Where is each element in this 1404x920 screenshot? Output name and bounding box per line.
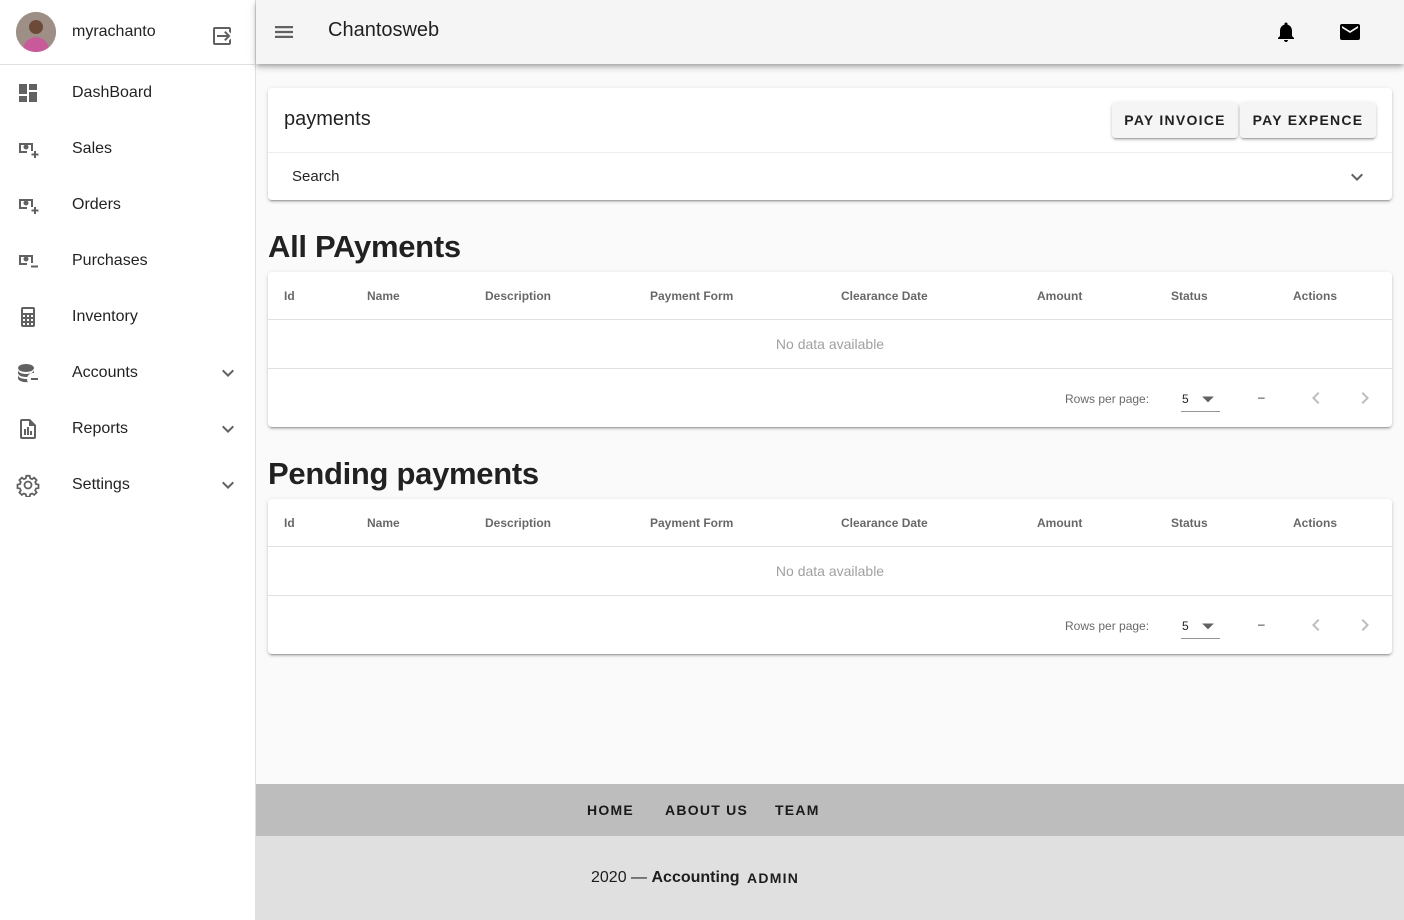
file-chart-icon [16, 417, 40, 441]
column-header[interactable]: Clearance Date [841, 516, 928, 530]
column-header[interactable]: Status [1171, 516, 1208, 530]
sidebar-item-sales[interactable]: Sales [0, 121, 255, 177]
avatar[interactable] [16, 12, 56, 52]
chevron-right-icon[interactable] [1353, 386, 1377, 410]
sidebar-item-dashboard[interactable]: DashBoard [0, 65, 255, 121]
mail-icon[interactable] [1338, 20, 1362, 44]
chevron-right-icon[interactable] [1353, 613, 1377, 637]
pay-invoice-button[interactable]: PAY INVOICE [1112, 102, 1238, 138]
column-header[interactable]: Status [1171, 289, 1208, 303]
gear-icon [16, 473, 40, 498]
chevron-left-icon[interactable] [1304, 613, 1328, 637]
sidebar-item-label: Accounts [72, 364, 138, 381]
chevron-down-icon[interactable] [1345, 165, 1369, 189]
calculator-icon [16, 305, 40, 329]
footer-copyright: 2020 — Accounting [591, 869, 740, 887]
sidebar-item-label: DashBoard [72, 84, 153, 101]
sidebar-item-label: Settings [72, 476, 130, 493]
column-header[interactable]: Name [367, 516, 400, 530]
footer-link-about-us[interactable]: ABOUT US [665, 802, 748, 818]
rows-per-page-label: Rows per page: [1065, 619, 1150, 633]
sidebar: myrachanto DashBoard Sales Orders Purcha… [0, 0, 256, 920]
chevron-left-icon[interactable] [1304, 386, 1328, 410]
dashboard-icon [16, 81, 40, 105]
section-title-pending-payments: Pending payments [268, 456, 539, 491]
sidebar-item-label: Sales [72, 140, 113, 157]
pay-expence-button[interactable]: PAY EXPENCE [1240, 102, 1376, 138]
caret-down-icon [1198, 389, 1218, 409]
column-header[interactable]: Amount [1037, 516, 1082, 530]
sidebar-item-purchases[interactable]: Purchases [0, 233, 255, 289]
footer-year: 2020 [591, 869, 627, 886]
search-label: Search [292, 168, 340, 185]
sidebar-item-label: Inventory [72, 308, 138, 325]
footer-brand: Accounting [651, 869, 740, 886]
column-header[interactable]: Clearance Date [841, 289, 928, 303]
cash-minus-icon [16, 249, 40, 273]
section-title-all-payments: All PAyments [268, 229, 461, 264]
search-expansion-panel[interactable]: Search [268, 152, 1392, 200]
column-header[interactable]: Name [367, 289, 400, 303]
divider [268, 368, 1392, 369]
cash-plus-icon [16, 193, 40, 217]
top-app-bar: Chantosweb [256, 0, 1404, 64]
pending-payments-table: Id Name Description Payment Form Clearan… [268, 499, 1392, 654]
sidebar-item-reports[interactable]: Reports [0, 401, 255, 457]
chevron-down-icon [216, 361, 240, 385]
column-header[interactable]: Description [485, 516, 551, 530]
sidebar-item-orders[interactable]: Orders [0, 177, 255, 233]
chevron-down-icon [216, 473, 240, 497]
rows-per-page-select[interactable]: 5 [1181, 613, 1220, 639]
database-minus-icon [16, 361, 40, 385]
pagination-range: – [1258, 617, 1265, 631]
empty-state-text: No data available [775, 563, 885, 579]
footer-link-team[interactable]: TEAM [775, 802, 820, 818]
divider [268, 595, 1392, 596]
divider [268, 319, 1392, 320]
sidebar-item-settings[interactable]: Settings [0, 457, 255, 513]
column-header[interactable]: Payment Form [650, 289, 733, 303]
rows-per-page-value: 5 [1182, 619, 1189, 633]
pagination-range: – [1258, 390, 1265, 404]
footer-link-home[interactable]: HOME [587, 802, 634, 818]
rows-per-page-select[interactable]: 5 [1181, 386, 1220, 412]
column-header[interactable]: Id [284, 516, 295, 530]
divider [268, 546, 1392, 547]
sidebar-item-label: Reports [72, 420, 129, 437]
all-payments-table: Id Name Description Payment Form Clearan… [268, 272, 1392, 427]
column-header[interactable]: Amount [1037, 289, 1082, 303]
chevron-down-icon [216, 417, 240, 441]
column-header[interactable]: Actions [1293, 516, 1337, 530]
payments-header-card: payments PAY INVOICE PAY EXPENCE Search [268, 88, 1392, 200]
app-title: Chantosweb [328, 19, 440, 41]
user-row: myrachanto [0, 0, 255, 65]
footer-separator: — [631, 869, 648, 886]
rows-per-page-label: Rows per page: [1065, 392, 1150, 406]
menu-icon[interactable] [272, 20, 296, 44]
logout-icon[interactable] [210, 24, 234, 48]
cash-plus-icon [16, 137, 40, 161]
footer-links-bar: HOME ABOUT US TEAM [256, 784, 1404, 836]
sidebar-item-inventory[interactable]: Inventory [0, 289, 255, 345]
caret-down-icon [1198, 616, 1218, 636]
empty-state-text: No data available [775, 336, 885, 352]
sidebar-item-label: Purchases [72, 252, 148, 269]
column-header[interactable]: Id [284, 289, 295, 303]
page-title: payments [284, 108, 371, 130]
column-header[interactable]: Description [485, 289, 551, 303]
rows-per-page-value: 5 [1182, 392, 1189, 406]
footer-admin-link[interactable]: ADMIN [747, 870, 799, 886]
column-header[interactable]: Actions [1293, 289, 1337, 303]
sidebar-item-label: Orders [72, 196, 121, 213]
sidebar-item-accounts[interactable]: Accounts [0, 345, 255, 401]
footer-bottom: 2020 — Accounting ADMIN [256, 836, 1404, 920]
column-header[interactable]: Payment Form [650, 516, 733, 530]
bell-icon[interactable] [1274, 20, 1298, 44]
user-name: myrachanto [72, 23, 156, 40]
